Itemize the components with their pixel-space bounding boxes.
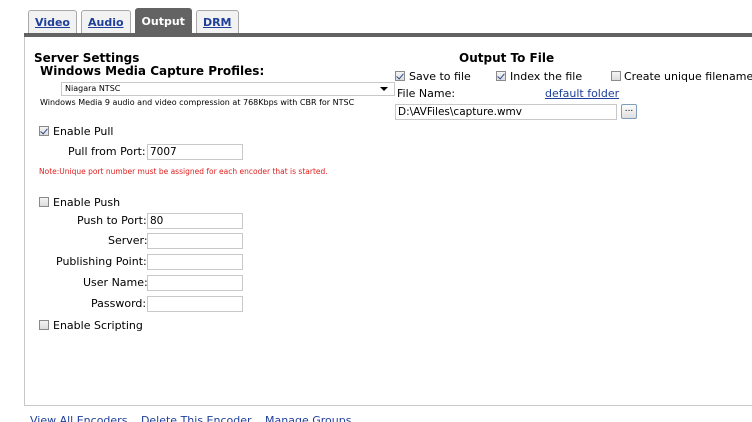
file-name-label: File Name:: [397, 87, 456, 100]
enable-push-checkbox[interactable]: [39, 197, 49, 207]
server-label: Server:: [108, 234, 148, 247]
delete-encoder-link[interactable]: Delete This Encoder: [141, 414, 252, 422]
profile-description: Windows Media 9 audio and video compress…: [40, 98, 355, 107]
server-settings-heading: Server Settings: [34, 51, 140, 65]
port-note: Note:Unique port number must be assigned…: [39, 167, 328, 176]
user-name-input[interactable]: [147, 275, 243, 291]
unique-filename-label: Create unique filename: [624, 70, 752, 83]
tab-bar: Video Audio Output DRM: [28, 8, 239, 34]
default-folder-link[interactable]: default folder: [545, 87, 619, 100]
save-to-file-label: Save to file: [409, 70, 471, 83]
footer-links: View All Encoders Delete This Encoder Ma…: [30, 414, 361, 422]
password-label: Password:: [91, 297, 147, 310]
save-to-file-checkbox[interactable]: [395, 71, 405, 81]
view-all-encoders-link[interactable]: View All Encoders: [30, 414, 127, 422]
tab-drm[interactable]: DRM: [195, 10, 239, 34]
capture-profile-select[interactable]: Niagara NTSC: [61, 82, 395, 96]
pull-port-label: Pull from Port:: [68, 145, 146, 158]
file-path-input[interactable]: D:\AVFiles\capture.wmv: [395, 104, 617, 120]
browse-button[interactable]: ...: [621, 104, 637, 119]
publishing-point-label: Publishing Point:: [56, 255, 147, 268]
server-input[interactable]: [147, 233, 243, 249]
tab-audio[interactable]: Audio: [80, 10, 131, 34]
chevron-down-icon: [380, 87, 388, 91]
tab-video[interactable]: Video: [28, 10, 77, 34]
manage-groups-link[interactable]: Manage Groups: [265, 414, 351, 422]
unique-filename-checkbox[interactable]: [611, 71, 621, 81]
index-file-label: Index the file: [510, 70, 583, 83]
user-name-label: User Name:: [83, 276, 148, 289]
password-input[interactable]: [147, 296, 243, 312]
publishing-point-input[interactable]: [147, 254, 243, 270]
push-port-label: Push to Port:: [77, 214, 147, 227]
push-port-input[interactable]: 80: [147, 213, 243, 229]
pull-port-input[interactable]: 7007: [147, 144, 243, 160]
capture-profile-value: Niagara NTSC: [65, 84, 121, 93]
enable-pull-checkbox[interactable]: [39, 126, 49, 136]
encoder-output-settings: Video Audio Output DRM Server Settings W…: [0, 0, 752, 422]
enable-scripting-label: Enable Scripting: [53, 319, 143, 332]
enable-pull-label: Enable Pull: [53, 125, 114, 138]
index-file-checkbox[interactable]: [496, 71, 506, 81]
output-panel: Server Settings Windows Media Capture Pr…: [24, 37, 752, 406]
capture-profiles-label: Windows Media Capture Profiles:: [40, 64, 265, 78]
tab-output[interactable]: Output: [134, 8, 192, 34]
output-to-file-heading: Output To File: [459, 51, 555, 65]
enable-push-label: Enable Push: [53, 196, 121, 209]
enable-scripting-checkbox[interactable]: [39, 320, 49, 330]
